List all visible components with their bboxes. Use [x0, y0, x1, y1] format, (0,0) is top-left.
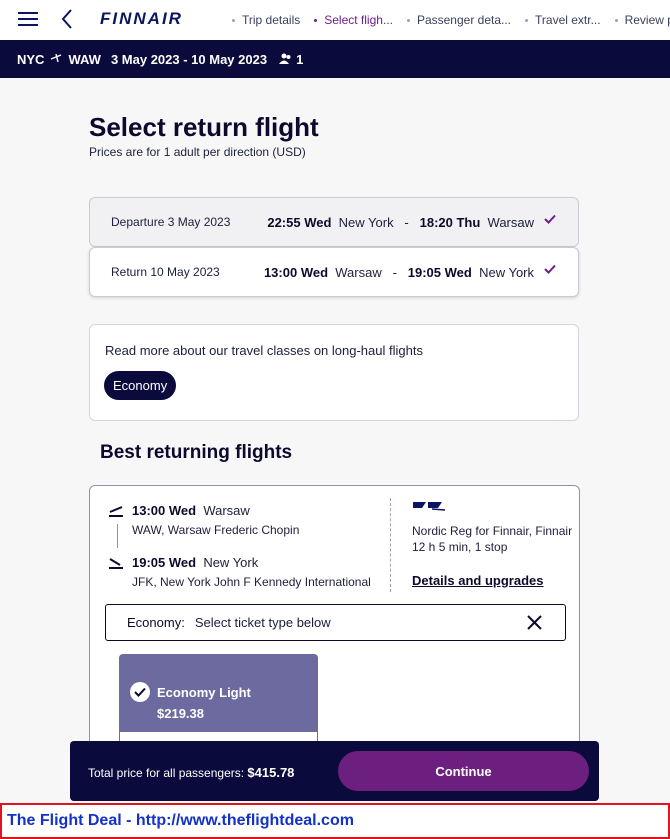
- departure-summary-row[interactable]: Departure 3 May 2023 22:55 Wed New York …: [89, 197, 579, 247]
- departure-label: Departure 3 May 2023: [111, 215, 231, 229]
- passenger-icon: [279, 53, 291, 64]
- fare-name: Economy Light: [157, 685, 251, 700]
- passenger-count: 1: [296, 51, 304, 67]
- arrival-segment: 19:05 Wed New York JFK, New York John F …: [132, 555, 371, 589]
- step-trip-details[interactable]: Trip details: [232, 13, 300, 27]
- return-times: 13:00 Wed Warsaw - 19:05 Wed New York: [263, 264, 534, 280]
- takeoff-icon: [109, 506, 123, 517]
- carrier-name: Nordic Reg for Finnair, Finnair: [412, 524, 573, 538]
- close-icon[interactable]: [527, 615, 542, 630]
- step-review[interactable]: Review pu: [614, 13, 670, 27]
- total-price-text: Total price for all passengers: $415.78: [88, 765, 295, 780]
- travel-class-info-card: Read more about our travel classes on lo…: [89, 324, 579, 421]
- trip-origin: NYC: [17, 51, 45, 67]
- checkmark-icon: [544, 264, 556, 274]
- total-price-amount: $415.78: [247, 765, 295, 780]
- continue-button[interactable]: Continue: [338, 751, 589, 791]
- step-select-flights[interactable]: Select fligh...: [314, 13, 393, 27]
- departure-airport: WAW, Warsaw Frederic Chopin: [132, 523, 300, 537]
- page-subtitle: Prices are for 1 adult per direction (US…: [89, 145, 306, 159]
- card-divider: [390, 498, 391, 592]
- trip-dates: 3 May 2023 - 10 May 2023: [110, 51, 268, 67]
- menu-icon[interactable]: [18, 10, 40, 28]
- watermark-text: The Flight Deal - http://www.theflightde…: [7, 812, 354, 829]
- trip-destination: WAW: [68, 51, 101, 67]
- total-price-bar: Total price for all passengers: $415.78 …: [70, 741, 599, 801]
- return-label: Return 10 May 2023: [111, 265, 220, 279]
- top-nav: FINNAIR Trip details Select fligh... Pas…: [0, 0, 670, 40]
- details-and-upgrades-link[interactable]: Details and upgrades: [412, 573, 543, 588]
- cabin-label: Economy:: [127, 615, 185, 630]
- flight-card: 13:00 Wed Warsaw WAW, Warsaw Frederic Ch…: [89, 485, 580, 765]
- segment-connector-line: [117, 524, 118, 548]
- page-title: Select return flight: [89, 112, 319, 142]
- trip-passengers: 1: [279, 52, 303, 67]
- departure-times: 22:55 Wed New York - 18:20 Thu Warsaw: [267, 214, 534, 230]
- carrier-info: Nordic Reg for Finnair, Finnair 12 h 5 m…: [412, 500, 572, 555]
- best-returning-flights-heading: Best returning flights: [100, 442, 293, 463]
- fare-price: $219.38: [157, 706, 204, 721]
- cabin-selection-bar[interactable]: Economy: Select ticket type below: [105, 604, 566, 641]
- cabin-hint: Select ticket type below: [194, 615, 331, 630]
- economy-class-pill[interactable]: Economy: [104, 371, 177, 400]
- departure-segment: 13:00 Wed Warsaw WAW, Warsaw Frederic Ch…: [132, 503, 300, 537]
- watermark-banner: The Flight Deal - http://www.theflightde…: [0, 803, 670, 839]
- trip-summary-bar[interactable]: NYC WAW 3 May 2023 - 10 May 2023 1: [0, 40, 670, 78]
- finnair-logo[interactable]: FINNAIR: [100, 9, 183, 29]
- flight-duration: 12 h 5 min, 1 stop: [412, 540, 508, 554]
- return-summary-row[interactable]: Return 10 May 2023 13:00 Wed Warsaw - 19…: [89, 247, 579, 297]
- airline-logo-icon: [413, 502, 446, 511]
- back-arrow-icon[interactable]: [60, 8, 74, 30]
- step-passenger-details[interactable]: Passenger deta...: [406, 13, 511, 27]
- travel-class-info-link[interactable]: Read more about our travel classes on lo…: [105, 343, 423, 358]
- landing-icon: [109, 558, 123, 569]
- round-trip-plane-icon: [50, 52, 62, 67]
- step-travel-extras[interactable]: Travel extr...: [525, 13, 601, 27]
- checkmark-icon: [544, 214, 556, 224]
- selected-check-icon[interactable]: [130, 682, 150, 702]
- arrival-airport: JFK, New York John F Kennedy Internation…: [132, 575, 371, 589]
- booking-steps: Trip details Select fligh... Passenger d…: [232, 0, 670, 40]
